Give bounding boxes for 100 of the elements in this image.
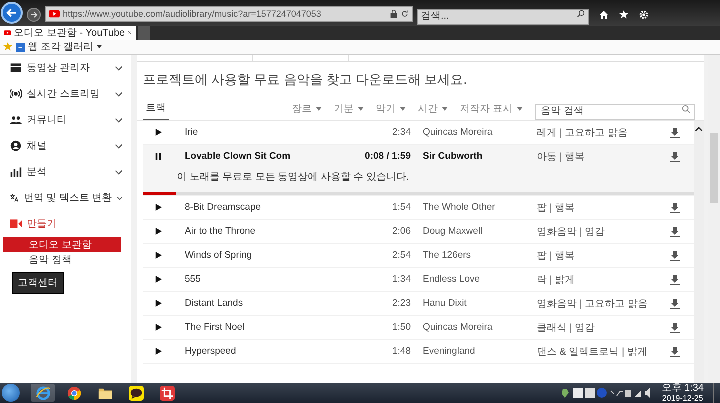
clock-time: 오후 1:34: [662, 384, 704, 394]
track-genre: 팝 | 행복: [537, 202, 576, 214]
track-title: 8-Bit Dreamscape: [185, 202, 262, 213]
caret-icon: [316, 107, 322, 111]
browser-e-icon: [36, 386, 50, 400]
caret-icon: [517, 107, 523, 111]
refresh-icon[interactable]: [401, 10, 409, 18]
favorites-link[interactable]: 웹 조각 갤러리: [16, 40, 102, 54]
video-list-icon: [10, 62, 22, 74]
track-genre: 영화음악 | 영감: [537, 226, 606, 238]
back-button[interactable]: [1, 2, 23, 24]
pause-icon[interactable]: [155, 153, 162, 160]
browser-search-field[interactable]: 검색...: [417, 8, 589, 24]
tab[interactable]: 트랙: [143, 97, 169, 121]
track-artist: Hanu Dixit: [423, 298, 468, 309]
track-genre: 락 | 밝게: [537, 274, 576, 286]
play-icon[interactable]: [155, 228, 162, 235]
people-icon: [10, 114, 22, 126]
forward-button[interactable]: [27, 8, 41, 22]
play-icon[interactable]: [155, 276, 162, 283]
track-row[interactable]: Distant Lands 2:23 Hanu Dixit 영화음악 | 고요하고 맑음: [143, 292, 694, 316]
play-icon[interactable]: [155, 252, 162, 259]
play-icon[interactable]: [155, 129, 162, 136]
chrome-circle-icon: [66, 386, 82, 400]
track-genre: 영화음악 | 고요하고 맑음: [537, 298, 649, 310]
sidebar-item[interactable]: 만들기: [3, 211, 131, 237]
filter-dropdown[interactable]: 기분: [334, 102, 364, 116]
track-genre: 아동 | 행복: [537, 150, 586, 164]
sidebar-item[interactable]: 채널: [3, 133, 131, 159]
translate-icon: [10, 192, 19, 204]
track-row[interactable]: Hyperspeed 1:48 Eveningland 댄스 & 일렉트로닉 | 밝게: [143, 340, 694, 364]
video-camera-icon: [10, 218, 22, 230]
settings-icon[interactable]: [639, 10, 649, 20]
scrollbar[interactable]: [694, 121, 704, 383]
track-title: Distant Lands: [185, 298, 244, 309]
sidebar-item[interactable]: 분석: [3, 159, 131, 185]
download-icon[interactable]: [670, 322, 680, 332]
help-center-button[interactable]: 고객센터: [12, 272, 64, 294]
start-button[interactable]: [2, 384, 20, 402]
caret-icon: [96, 45, 102, 49]
track-title: 555: [185, 274, 202, 285]
music-search-field[interactable]: 음악 검색: [535, 104, 695, 120]
download-icon[interactable]: [670, 298, 680, 308]
track-duration: 2:06: [392, 226, 411, 237]
track-genre: 클래식 | 영감: [537, 322, 596, 334]
download-icon[interactable]: [670, 250, 680, 260]
track-row[interactable]: Winds of Spring 2:54 The 126ers 팝 | 행복: [143, 244, 694, 268]
track-duration: 1:34: [392, 274, 411, 285]
forward-arrow-icon: [29, 10, 39, 20]
sidebar-subitem[interactable]: 오디오 보관함: [3, 237, 121, 252]
track-artist: Endless Love: [423, 274, 482, 285]
track-artist: The 126ers: [423, 250, 472, 261]
play-icon[interactable]: [155, 324, 162, 331]
sidebar-item[interactable]: 커뮤니티: [3, 107, 131, 133]
track-artist: Doug Maxwell: [423, 226, 484, 237]
download-icon[interactable]: [670, 202, 680, 212]
web-page-icon: [16, 42, 25, 52]
download-icon[interactable]: [670, 226, 680, 236]
sidebar-subitem[interactable]: 음악 정책: [3, 252, 121, 267]
track-duration: 2:34: [392, 127, 411, 138]
track-row[interactable]: 8-Bit Dreamscape 1:54 The Whole Other 팝 | 행복: [143, 196, 694, 220]
sidebar-item[interactable]: 실시간 스트리밍: [3, 81, 131, 107]
filter-dropdown[interactable]: 악기: [376, 102, 406, 116]
sidebar-item[interactable]: 번역 및 텍스트 변환: [3, 185, 131, 211]
caret-icon: [358, 107, 364, 111]
track-artist: Sir Cubworth: [423, 151, 484, 162]
person-icon: [10, 140, 22, 152]
download-icon[interactable]: [670, 128, 680, 138]
star-icon[interactable]: [619, 10, 629, 20]
download-icon[interactable]: [670, 274, 680, 284]
search-icon: [577, 10, 585, 18]
lock-icon: [390, 10, 398, 18]
track-row[interactable]: Lovable Clown Sit Com 0:08 / 1:59 Sir Cubworth 아동 | 행복 이 노래를 무료로 모든 동영상에 사용할 수 있습니다.: [143, 145, 694, 196]
address-bar[interactable]: https://www.youtube.com/audiolibrary/music?ar=1577247047053: [45, 6, 413, 22]
track-duration: 1:54: [392, 202, 411, 213]
download-icon[interactable]: [670, 152, 680, 162]
track-row[interactable]: 555 1:34 Endless Love 락 | 밝게: [143, 268, 694, 292]
youtube-logo-icon: [49, 10, 60, 18]
home-icon[interactable]: [599, 10, 609, 20]
play-icon[interactable]: [155, 204, 162, 211]
play-icon[interactable]: [155, 300, 162, 307]
track-duration: 0:08 / 1:59: [364, 151, 411, 162]
play-icon[interactable]: [155, 348, 162, 355]
browser-tab[interactable]: 오디오 보관함 - YouTube: [0, 26, 136, 40]
track-duration: 2:23: [392, 298, 411, 309]
filter-dropdown[interactable]: 저작자 표시: [460, 102, 523, 116]
filter-dropdown[interactable]: 시간: [418, 102, 448, 116]
download-icon[interactable]: [670, 346, 680, 356]
page-heading: 프로젝트에 사용할 무료 음악을 찾고 다운로드해 보세요.: [142, 71, 468, 89]
track-row[interactable]: The First Noel 1:50 Quincas Moreira 클래식 | 영감: [143, 316, 694, 340]
favorites-star-icon[interactable]: [3, 42, 13, 52]
caret-icon: [400, 107, 406, 111]
track-description: 이 노래를 무료로 모든 동영상에 사용할 수 있습니다.: [176, 171, 410, 185]
sidebar-item[interactable]: 동영상 관리자: [3, 55, 131, 81]
track-duration: 2:54: [392, 250, 411, 261]
youtube-logo-icon: [4, 29, 12, 37]
filter-dropdown[interactable]: 장르: [292, 102, 322, 116]
caret-icon: [442, 107, 448, 111]
close-icon[interactable]: [128, 30, 132, 36]
track-row[interactable]: Air to the Throne 2:06 Doug Maxwell 영화음악 | 영감: [143, 220, 694, 244]
